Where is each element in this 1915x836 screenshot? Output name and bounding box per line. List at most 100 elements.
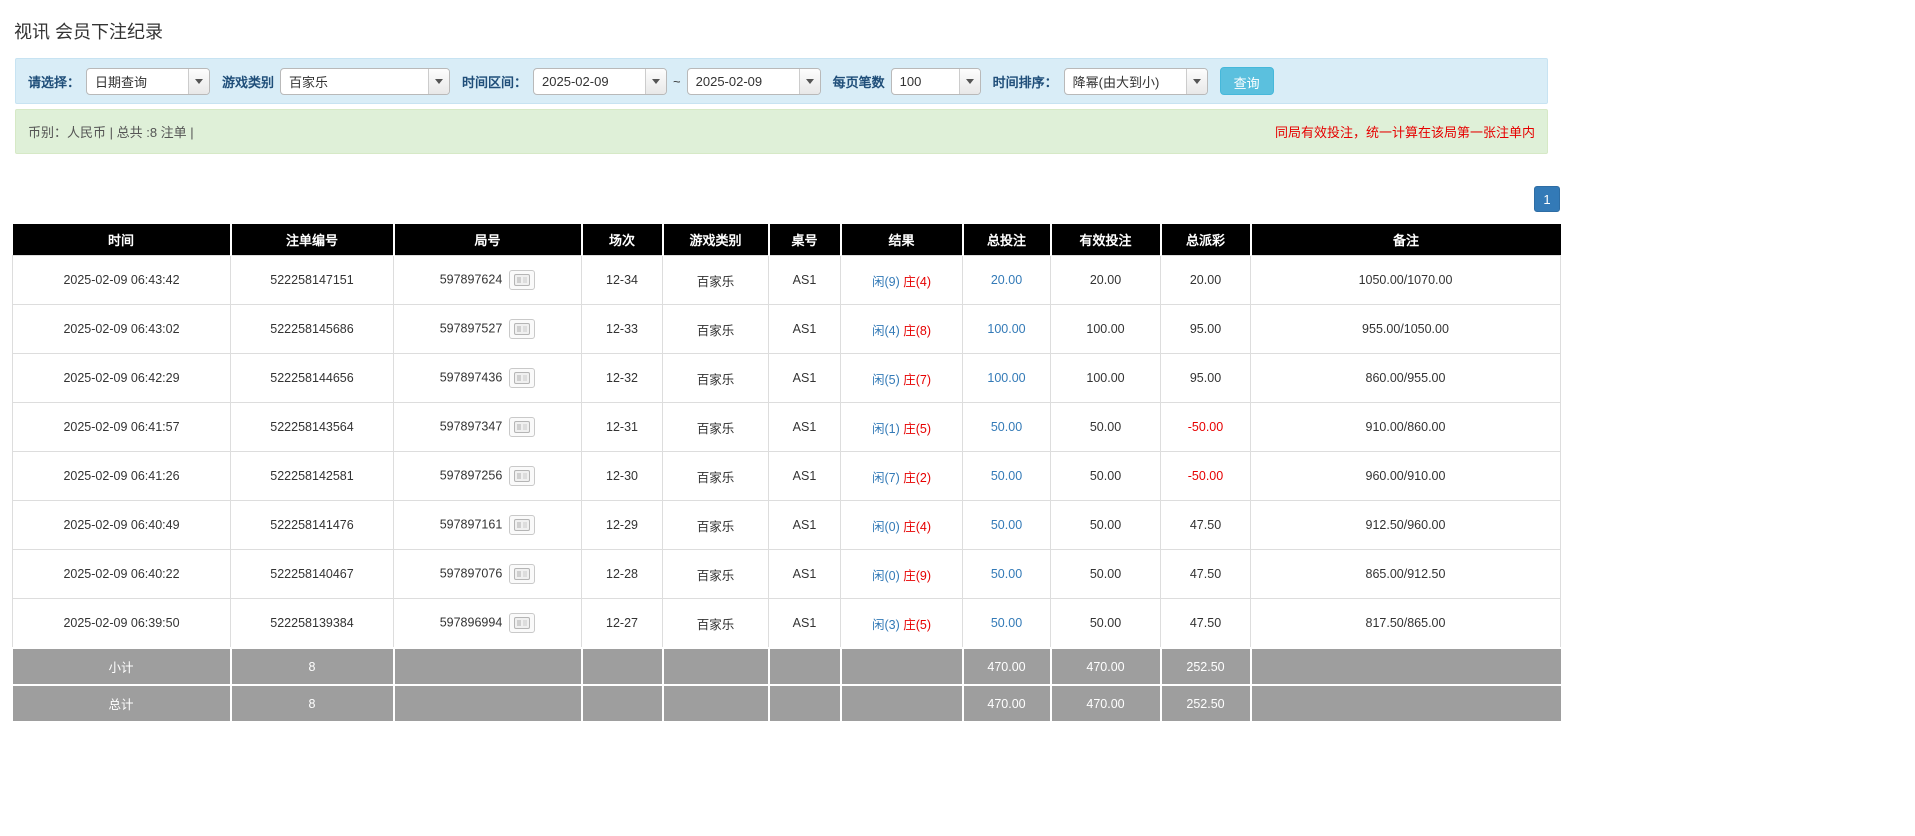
cell-game-type: 百家乐 (663, 501, 769, 550)
payout-value: 47.50 (1190, 616, 1221, 630)
time-sort-label: 时间排序： (993, 72, 1058, 91)
total-bet-link[interactable]: 50.00 (991, 518, 1022, 532)
footer-note (1251, 648, 1561, 685)
footer-label: 小计 (13, 648, 231, 685)
cell-session: 12-28 (582, 550, 663, 599)
date-to-value: 2025-02-09 (688, 69, 799, 94)
cell-total-bet: 20.00 (963, 256, 1051, 305)
cell-note: 912.50/960.00 (1251, 501, 1561, 550)
cell-time: 2025-02-09 06:41:57 (13, 403, 231, 452)
payout-value: -50.00 (1188, 469, 1223, 483)
replay-cards-icon (514, 519, 530, 531)
round-replay-button[interactable] (509, 613, 535, 633)
chevron-down-icon[interactable] (959, 69, 980, 94)
bet-records-table: 时间注单编号局号场次游戏类别桌号结果总投注有效投注总派彩备注 2025-02-0… (12, 224, 1561, 721)
cell-game-type: 百家乐 (663, 550, 769, 599)
result-banker: 庄(5) (903, 422, 931, 436)
total-bet-link[interactable]: 50.00 (991, 567, 1022, 581)
cell-round-id: 597897347 (394, 403, 582, 452)
cell-result: 闲(5) 庄(7) (841, 354, 963, 403)
footer-payout: 252.50 (1161, 685, 1251, 721)
payout-value: 47.50 (1190, 567, 1221, 581)
replay-cards-icon (514, 274, 530, 286)
table-summary-row: 小计8470.00470.00252.50 (13, 648, 1561, 685)
cell-total-bet: 50.00 (963, 599, 1051, 649)
round-replay-button[interactable] (509, 270, 535, 290)
cell-payout: 95.00 (1161, 354, 1251, 403)
cell-game-type: 百家乐 (663, 403, 769, 452)
footer-label: 总计 (13, 685, 231, 721)
result-banker: 庄(8) (903, 324, 931, 338)
time-sort-value: 降幂(由大到小) (1065, 69, 1186, 94)
total-bet-link[interactable]: 50.00 (991, 420, 1022, 434)
page-size-label: 每页笔数 (833, 72, 885, 91)
cell-total-bet: 100.00 (963, 354, 1051, 403)
table-row: 2025-02-09 06:43:42522258147151597897624… (13, 256, 1561, 305)
cell-round-id: 597897256 (394, 452, 582, 501)
page-size-dropdown[interactable]: 100 (891, 68, 981, 95)
round-replay-button[interactable] (509, 368, 535, 388)
footer-total-bet: 470.00 (963, 648, 1051, 685)
cell-table-number: AS1 (769, 501, 841, 550)
cell-note: 865.00/912.50 (1251, 550, 1561, 599)
cell-session: 12-32 (582, 354, 663, 403)
round-replay-button[interactable] (509, 466, 535, 486)
cell-total-bet: 50.00 (963, 452, 1051, 501)
cell-payout: 47.50 (1161, 599, 1251, 649)
round-replay-button[interactable] (509, 515, 535, 535)
time-sort-dropdown[interactable]: 降幂(由大到小) (1064, 68, 1208, 95)
date-from-value: 2025-02-09 (534, 69, 645, 94)
replay-cards-icon (514, 617, 530, 629)
table-footer: 小计8470.00470.00252.50总计8470.00470.00252.… (13, 648, 1561, 721)
date-to-picker[interactable]: 2025-02-09 (687, 68, 821, 95)
replay-cards-icon (514, 323, 530, 335)
chevron-down-icon[interactable] (1186, 69, 1207, 94)
page-button-1[interactable]: 1 (1534, 186, 1560, 212)
cell-bet-id: 522258145686 (231, 305, 394, 354)
chevron-down-icon[interactable] (428, 69, 449, 94)
table-header-row: 时间注单编号局号场次游戏类别桌号结果总投注有效投注总派彩备注 (13, 224, 1561, 256)
footer-count: 8 (231, 648, 394, 685)
game-type-dropdown[interactable]: 百家乐 (280, 68, 450, 95)
date-from-picker[interactable]: 2025-02-09 (533, 68, 667, 95)
chevron-down-icon[interactable] (188, 69, 209, 94)
cell-session: 12-34 (582, 256, 663, 305)
cell-result: 闲(7) 庄(2) (841, 452, 963, 501)
total-bet-link[interactable]: 50.00 (991, 616, 1022, 630)
cell-round-id: 597897076 (394, 550, 582, 599)
cell-table-number: AS1 (769, 256, 841, 305)
result-banker: 庄(9) (903, 569, 931, 583)
cell-valid-bet: 50.00 (1051, 550, 1161, 599)
result-player: 闲(4) (872, 324, 900, 338)
payout-value: 95.00 (1190, 371, 1221, 385)
replay-cards-icon (514, 372, 530, 384)
game-type-value: 百家乐 (281, 69, 428, 94)
round-id-text: 597897076 (440, 566, 503, 580)
cell-bet-id: 522258147151 (231, 256, 394, 305)
chevron-down-icon[interactable] (645, 69, 666, 94)
total-bet-link[interactable]: 50.00 (991, 469, 1022, 483)
query-button[interactable]: 查询 (1220, 67, 1274, 95)
total-bet-link[interactable]: 100.00 (987, 371, 1025, 385)
cell-total-bet: 50.00 (963, 550, 1051, 599)
summary-text: 币别：人民币 | 总共 :8 注单 | (28, 122, 194, 141)
cell-game-type: 百家乐 (663, 256, 769, 305)
round-id-text: 597896994 (440, 615, 503, 629)
result-player: 闲(3) (872, 618, 900, 632)
cell-payout: 47.50 (1161, 550, 1251, 599)
chevron-down-icon[interactable] (799, 69, 820, 94)
total-bet-link[interactable]: 100.00 (987, 322, 1025, 336)
round-replay-button[interactable] (509, 417, 535, 437)
round-id-text: 597897256 (440, 468, 503, 482)
query-type-value: 日期查询 (87, 69, 188, 94)
round-replay-button[interactable] (509, 319, 535, 339)
query-type-dropdown[interactable]: 日期查询 (86, 68, 210, 95)
column-header: 有效投注 (1051, 224, 1161, 256)
round-replay-button[interactable] (509, 564, 535, 584)
cell-time: 2025-02-09 06:42:29 (13, 354, 231, 403)
cell-game-type: 百家乐 (663, 354, 769, 403)
total-bet-link[interactable]: 20.00 (991, 273, 1022, 287)
cell-total-bet: 50.00 (963, 403, 1051, 452)
cell-round-id: 597897436 (394, 354, 582, 403)
column-header: 场次 (582, 224, 663, 256)
